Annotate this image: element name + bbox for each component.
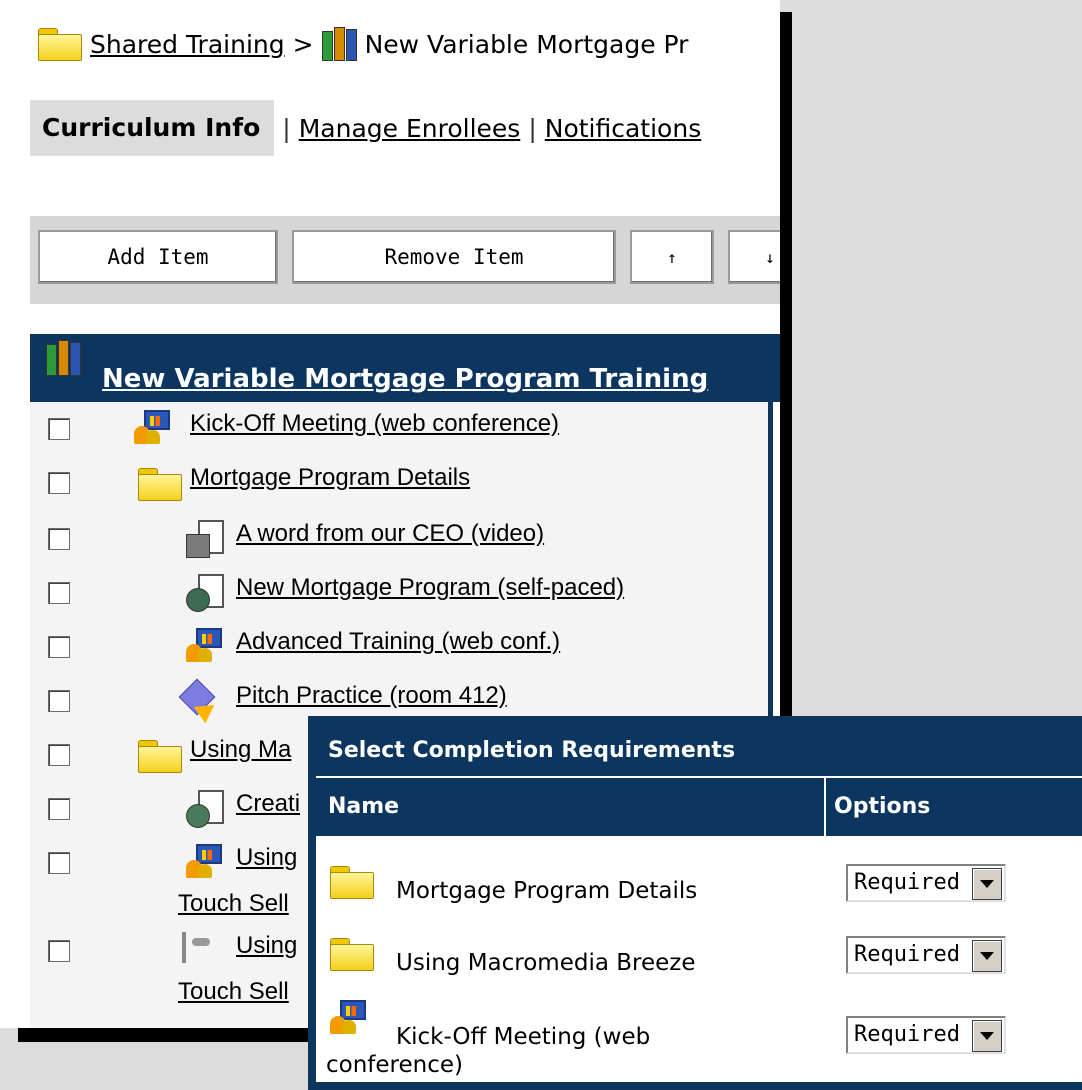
completion-requirements-dialog: Select Completion Requirements Name Opti… <box>308 716 1082 1090</box>
item-checkbox[interactable] <box>48 798 70 820</box>
breadcrumb-current: New Variable Mortgage Pr <box>364 29 689 59</box>
breadcrumb: Shared Training > New Variable Mortgage … <box>38 24 688 64</box>
completion-option-select[interactable]: Required <box>846 864 1006 902</box>
curriculum-header: New Variable Mortgage Program Training <box>30 334 780 402</box>
table-row: Kick-Off Meeting (web conference) Requir… <box>316 992 1082 1082</box>
item-checkbox[interactable] <box>48 418 70 440</box>
item-link-continued[interactable]: Touch Sell <box>178 890 289 918</box>
select-value: Required <box>854 942 960 967</box>
list-item: New Mortgage Program (self-paced) <box>30 568 768 620</box>
breadcrumb-separator: > <box>292 29 314 59</box>
curriculum-title-link[interactable]: New Variable Mortgage Program Training <box>102 364 708 394</box>
folder-icon <box>138 468 182 504</box>
column-header-name: Name <box>316 776 826 836</box>
completion-option-select[interactable]: Required <box>846 1016 1006 1054</box>
tab-manage-enrollees[interactable]: Manage Enrollees <box>299 114 521 143</box>
remove-item-button[interactable]: Remove Item <box>292 230 616 284</box>
item-checkbox[interactable] <box>48 690 70 712</box>
item-checkbox[interactable] <box>48 940 70 962</box>
dialog-table-header: Name Options <box>316 776 1082 836</box>
breadcrumb-shared-training[interactable]: Shared Training <box>90 30 285 59</box>
tab-separator: | <box>528 113 537 143</box>
folder-icon <box>330 938 374 971</box>
tab-separator: | <box>282 113 291 143</box>
dialog-title: Select Completion Requirements <box>328 738 736 763</box>
row-name: Kick-Off Meeting (web <box>396 1024 651 1050</box>
move-down-button[interactable]: ↓ <box>728 230 780 284</box>
item-link[interactable]: Advanced Training (web conf.) <box>236 628 560 656</box>
item-link[interactable]: Using Ma <box>190 736 291 764</box>
curriculum-books-icon <box>46 340 81 376</box>
add-item-button[interactable]: Add Item <box>38 230 278 284</box>
web-conference-icon <box>330 1000 368 1034</box>
item-link[interactable]: New Mortgage Program (self-paced) <box>236 574 624 602</box>
item-checkbox[interactable] <box>48 582 70 604</box>
folder-icon <box>38 28 82 61</box>
chevron-down-icon[interactable] <box>972 1020 1002 1052</box>
row-name-continued: conference) <box>326 1052 463 1078</box>
row-name: Mortgage Program Details <box>396 878 698 904</box>
item-link[interactable]: Kick-Off Meeting (web conference) <box>190 410 559 438</box>
tab-curriculum-info[interactable]: Curriculum Info <box>30 100 275 156</box>
column-header-options: Options <box>826 776 1082 836</box>
chevron-down-icon[interactable] <box>972 940 1002 972</box>
tab-bar: Curriculum Info | Manage Enrollees | Not… <box>30 100 701 156</box>
table-row: Using Macromedia Breeze Required <box>316 918 1082 990</box>
folder-icon <box>138 740 182 776</box>
item-link[interactable]: A word from our CEO (video) <box>236 520 544 548</box>
row-name: Using Macromedia Breeze <box>396 950 696 976</box>
chevron-down-icon[interactable] <box>972 868 1002 900</box>
tape-icon <box>182 932 186 963</box>
completion-option-select[interactable]: Required <box>846 936 1006 974</box>
select-value: Required <box>854 870 960 895</box>
select-value: Required <box>854 1022 960 1047</box>
list-item: A word from our CEO (video) <box>30 514 768 566</box>
item-link[interactable]: Creati <box>236 790 300 818</box>
list-item: Kick-Off Meeting (web conference) <box>30 404 768 456</box>
tab-notifications[interactable]: Notifications <box>545 114 701 143</box>
dialog-table-body: Mortgage Program Details Required Using … <box>316 836 1082 1082</box>
item-checkbox[interactable] <box>48 472 70 494</box>
item-checkbox[interactable] <box>48 852 70 874</box>
curriculum-books-icon <box>321 27 357 61</box>
toolbar: Add Item Remove Item ↑ ↓ <box>30 216 780 304</box>
folder-icon <box>330 866 374 899</box>
item-link[interactable]: Using <box>236 844 297 872</box>
table-row: Mortgage Program Details Required <box>316 846 1082 918</box>
item-link[interactable]: Mortgage Program Details <box>190 464 470 492</box>
item-link[interactable]: Pitch Practice (room 412) <box>236 682 507 710</box>
item-checkbox[interactable] <box>48 528 70 550</box>
list-item: Advanced Training (web conf.) <box>30 622 768 674</box>
item-checkbox[interactable] <box>48 636 70 658</box>
item-link-continued[interactable]: Touch Sell <box>178 978 289 1006</box>
list-item: Mortgage Program Details <box>30 458 768 510</box>
item-link[interactable]: Using <box>236 932 297 960</box>
move-up-button[interactable]: ↑ <box>630 230 714 284</box>
item-checkbox[interactable] <box>48 744 70 766</box>
